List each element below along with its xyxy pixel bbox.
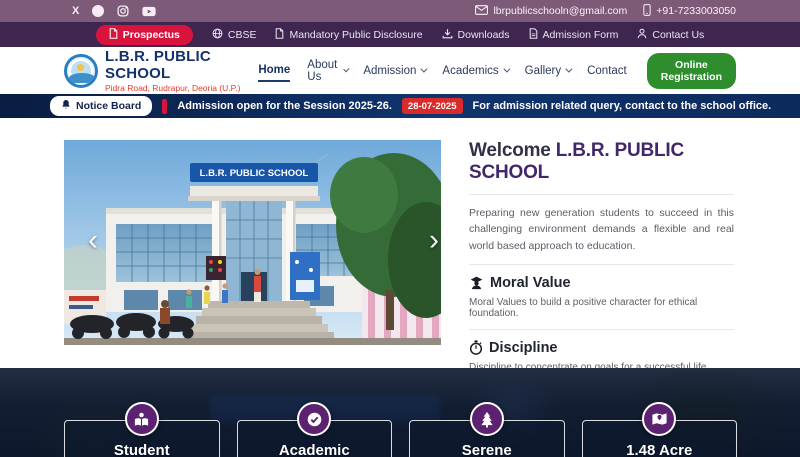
- nav-gallery[interactable]: Gallery: [525, 61, 570, 81]
- youtube-icon[interactable]: [142, 6, 156, 17]
- stopwatch-icon: [469, 340, 483, 355]
- notice-bar: Notice Board Admission open for the Sess…: [0, 94, 800, 118]
- carousel-prev-button[interactable]: ‹: [88, 225, 98, 255]
- school-address: Pidra Road, Rudrapur, Deoria (U.P.): [105, 83, 258, 93]
- nav-label: Contact: [587, 65, 627, 77]
- nav-home[interactable]: Home: [258, 60, 290, 82]
- globe-icon: [212, 28, 223, 42]
- document-icon: [109, 28, 118, 42]
- graduate-icon: [469, 275, 484, 290]
- feature-text: Moral Values to build a positive charact…: [469, 297, 734, 319]
- quicklink-label: CBSE: [228, 29, 257, 41]
- quick-links-bar: Prospectus CBSE Mandatory Public Disclos…: [0, 22, 800, 47]
- facility-card-student[interactable]: Student: [64, 420, 220, 457]
- notice-date-badge: 28-07-2025: [402, 98, 463, 114]
- school-logo: [64, 54, 98, 88]
- email-link[interactable]: lbrpublicschooln@gmail.com: [475, 5, 627, 18]
- email-text: lbrpublicschooln@gmail.com: [493, 5, 627, 17]
- main-content: L.B.R. PUBLIC SCHOOL: [0, 118, 800, 368]
- divider: [469, 264, 734, 265]
- quicklink-cbse[interactable]: CBSE: [212, 28, 257, 42]
- phone-icon: [643, 4, 651, 19]
- contact-info: lbrpublicschooln@gmail.com +91-723300305…: [475, 4, 736, 19]
- prospectus-button[interactable]: Prospectus: [96, 25, 193, 45]
- quicklink-label: Contact Us: [652, 29, 704, 41]
- quicklink-downloads[interactable]: Downloads: [442, 28, 510, 42]
- welcome-intro: Preparing new generation students to suc…: [469, 205, 734, 254]
- email-icon: [475, 5, 488, 18]
- facilities-section: Student Academic Serene 1.48 Acre: [0, 368, 800, 457]
- nav-label: Gallery: [525, 65, 561, 77]
- online-registration-button[interactable]: Online Registration: [647, 53, 736, 89]
- quicklink-contact-us[interactable]: Contact Us: [637, 28, 704, 42]
- facility-label: Serene: [410, 442, 564, 457]
- welcome-title-prefix: Welcome: [469, 140, 556, 161]
- nav-label: About Us: [307, 59, 338, 83]
- social-links: X f: [72, 5, 156, 17]
- phone-link[interactable]: +91-7233003050: [643, 4, 736, 19]
- facebook-icon[interactable]: f: [92, 5, 104, 17]
- x-twitter-icon[interactable]: X: [72, 5, 79, 17]
- feature-moral-value: Moral Value Moral Values to build a posi…: [469, 275, 734, 319]
- divider: [469, 329, 734, 330]
- school-name: L.B.R. PUBLIC SCHOOL: [105, 48, 258, 82]
- welcome-section: Welcome L.B.R. PUBLIC SCHOOL Preparing n…: [469, 118, 734, 373]
- document-icon: [275, 28, 284, 42]
- download-icon: [442, 28, 453, 42]
- quicklink-label: Admission Form: [543, 29, 619, 41]
- notice-message-2: For admission related query, contact to …: [473, 100, 772, 112]
- facility-label: Student: [65, 442, 219, 457]
- nav-about-us[interactable]: About Us: [307, 55, 346, 87]
- form-icon: [529, 28, 538, 42]
- facility-label: 1.48 Acre: [583, 442, 737, 457]
- main-nav: Home About Us Admission Academics Galler…: [258, 53, 736, 89]
- facilities-cards: Student Academic Serene 1.48 Acre: [64, 420, 737, 457]
- chevron-down-icon: [503, 66, 510, 73]
- top-social-bar: X f lbrpublicschooln@gmail.com +91-72330…: [0, 0, 800, 22]
- instagram-icon[interactable]: [117, 5, 129, 17]
- welcome-title: Welcome L.B.R. PUBLIC SCHOOL: [469, 140, 734, 184]
- chevron-down-icon: [343, 66, 349, 72]
- tree-icon: [470, 402, 504, 436]
- quicklink-mandatory-disclosure[interactable]: Mandatory Public Disclosure: [275, 28, 422, 42]
- map-pin-icon: [642, 402, 676, 436]
- nav-academics[interactable]: Academics: [442, 61, 507, 81]
- nav-admission[interactable]: Admission: [363, 61, 425, 81]
- bell-icon: [61, 99, 71, 113]
- feature-title: Moral Value: [490, 275, 571, 291]
- check-circle-icon: [297, 402, 331, 436]
- notice-marker: [162, 99, 167, 114]
- hero-carousel: L.B.R. PUBLIC SCHOOL: [64, 140, 441, 345]
- chevron-down-icon: [565, 66, 572, 73]
- building-sign-text: L.B.R. PUBLIC SCHOOL: [200, 168, 309, 179]
- chevron-down-icon: [421, 66, 428, 73]
- book-reader-icon: [125, 402, 159, 436]
- notice-board-label: Notice Board: [76, 100, 141, 112]
- facility-card-serene[interactable]: Serene: [409, 420, 565, 457]
- quicklink-label: Mandatory Public Disclosure: [289, 29, 422, 41]
- facility-card-area[interactable]: 1.48 Acre: [582, 420, 738, 457]
- notice-board-button[interactable]: Notice Board: [50, 96, 152, 116]
- divider: [469, 194, 734, 195]
- nav-label: Academics: [442, 65, 498, 77]
- nav-label: Admission: [363, 65, 416, 77]
- quicklink-label: Downloads: [458, 29, 510, 41]
- school-brand[interactable]: L.B.R. PUBLIC SCHOOL Pidra Road, Rudrapu…: [64, 48, 258, 93]
- main-header: L.B.R. PUBLIC SCHOOL Pidra Road, Rudrapu…: [0, 47, 800, 94]
- notice-message-1: Admission open for the Session 2025-26.: [177, 100, 392, 112]
- person-icon: [637, 28, 647, 42]
- feature-title: Discipline: [489, 340, 558, 356]
- phone-text: +91-7233003050: [656, 5, 736, 17]
- quicklink-admission-form[interactable]: Admission Form: [529, 28, 619, 42]
- carousel-next-button[interactable]: ›: [429, 225, 439, 255]
- nav-contact[interactable]: Contact: [587, 61, 627, 81]
- school-building-photo: L.B.R. PUBLIC SCHOOL: [64, 140, 441, 345]
- prospectus-label: Prospectus: [123, 29, 180, 41]
- facility-card-academic[interactable]: Academic: [237, 420, 393, 457]
- nav-label: Home: [258, 64, 290, 76]
- facility-label: Academic: [238, 442, 392, 457]
